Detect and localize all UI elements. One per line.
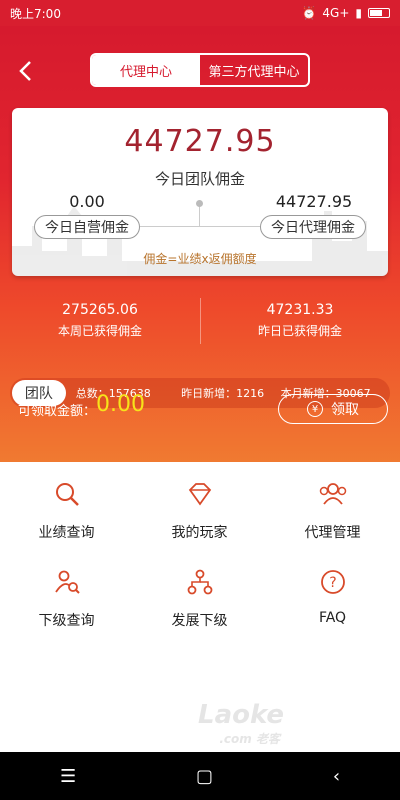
menu-item-players[interactable]: 我的玩家 [133,480,266,542]
alarm-icon: ⏰ [301,6,317,20]
coin-icon: ¥ [307,401,323,417]
divider-vertical [199,204,200,226]
yesterday-earnings: 47231.33 昨日已获得佣金 [200,296,400,356]
self-commission-label: 今日自营佣金 [34,215,140,239]
signal-icon: ▮ [355,6,362,20]
system-nav-bar: ☰ ▢ ‹ [0,752,400,800]
week-earnings: 275265.06 本周已获得佣金 [0,296,200,356]
tab-switcher: 代理中心 第三方代理中心 [90,53,310,87]
week-earnings-label: 本周已获得佣金 [57,324,142,338]
claim-button[interactable]: ¥ 领取 [278,394,388,424]
status-time: 晚上7:00 [10,6,61,21]
tab-third-party-agent[interactable]: 第三方代理中心 [200,55,308,85]
agent-commission-value: 44727.95 [275,192,353,211]
commission-formula: 佣金=业绩x返佣额度 [143,252,257,266]
divider-dot [196,200,203,207]
back-nav-icon[interactable]: ‹ [333,766,340,787]
week-earnings-value: 275265.06 [62,302,138,318]
menu-item-faq[interactable]: ? FAQ [266,568,399,626]
diamond-icon [188,483,211,506]
menu-item-performance[interactable]: 业绩查询 [0,480,133,542]
yesterday-earnings-label: 昨日已获得佣金 [257,324,342,338]
group-icon [319,483,346,505]
menu-item-agent-management[interactable]: 代理管理 [266,480,399,542]
commission-card: 44727.95 今日团队佣金 0.00 44727.95 今日自营佣金 今日代… [12,108,388,276]
hierarchy-icon [187,569,212,595]
team-total-label: 今日团队佣金 [154,170,245,188]
menu-label: 发展下级 [171,613,228,629]
claim-button-label: 领取 [331,402,359,418]
menu-label: 业绩查询 [38,525,95,541]
earnings-stats: 275265.06 本周已获得佣金 47231.33 昨日已获得佣金 [0,296,400,356]
tab-agent-center[interactable]: 代理中心 [92,55,200,85]
claimable-amount: 0.00 [96,392,145,417]
menu-label: 我的玩家 [171,525,228,541]
header-region: 代理中心 第三方代理中心 44727.95 今日团队佣金 0.00 44727.… [0,26,400,462]
menu-nav-icon[interactable]: ☰ [60,766,76,787]
status-bar: 晚上7:00 ⏰ 4G+ ▮ [0,0,400,26]
self-commission-value: 0.00 [69,192,105,211]
search-icon [55,483,79,506]
menu-item-develop-subordinates[interactable]: 发展下级 [133,568,266,630]
status-icons: ⏰ 4G+ ▮ [301,6,390,20]
network-label: 4G+ [322,6,350,20]
menu-label: 代理管理 [304,525,361,541]
watermark-logo: Laoke .com 老客 [198,700,284,746]
yesterday-earnings-value: 47231.33 [266,302,334,318]
svg-text:?: ? [329,575,336,591]
back-button[interactable] [14,58,40,84]
menu-item-subordinate-search[interactable]: 下级查询 [0,568,133,630]
menu-label: FAQ [318,610,347,626]
divider-line [140,226,260,227]
menu-label: 下级查询 [38,613,95,629]
battery-icon [368,8,390,18]
stats-divider [200,298,201,344]
claimable-label: 可领取金额： [18,404,97,419]
question-icon: ? [320,570,345,594]
team-total-value: 44727.95 [124,124,276,159]
user-search-icon [54,570,80,594]
chevron-left-icon [19,61,31,81]
agent-commission-label: 今日代理佣金 [260,215,366,239]
team-yesterday-new: 昨日新增：1216 [181,387,265,400]
home-nav-icon[interactable]: ▢ [196,766,213,787]
